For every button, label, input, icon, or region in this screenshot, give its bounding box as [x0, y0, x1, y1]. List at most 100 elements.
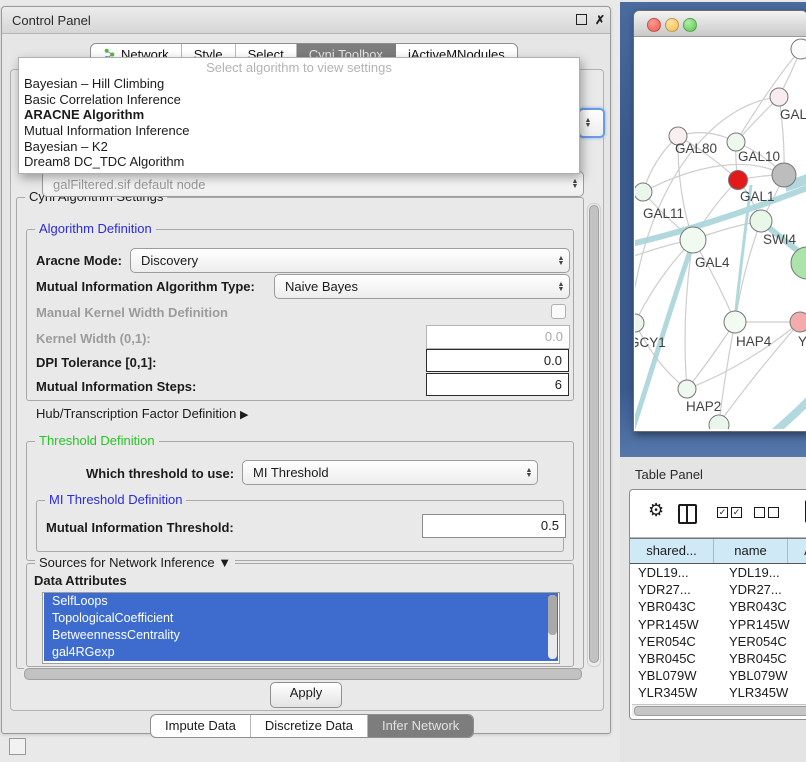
- table-toolbar: ⚙ ✓ ✓: [630, 490, 806, 538]
- data-attributes-label: Data Attributes: [34, 573, 127, 588]
- manual-kernel-width-checkbox[interactable]: [551, 304, 566, 319]
- control-panel-title: Control Panel: [12, 13, 91, 28]
- dropdown-item[interactable]: Basic Correlation Inference: [19, 92, 579, 108]
- settings-vertical-scrollbar[interactable]: [587, 203, 601, 667]
- table-row[interactable]: YER054CYER054C8.: [630, 633, 806, 650]
- which-threshold-label: Which threshold to use:: [86, 466, 234, 481]
- combo-stepper-icon: ▲▼: [553, 256, 569, 266]
- table-row[interactable]: YDR27...YDR27...12: [630, 581, 806, 598]
- table-row[interactable]: YLR345WYLR345W9.: [630, 684, 806, 701]
- table-row[interactable]: YPR145WYPR145W9.: [630, 616, 806, 633]
- node-label: GAL7: [780, 107, 806, 122]
- list-item[interactable]: SelfLoops: [44, 593, 558, 610]
- tab-infer-network[interactable]: Infer Network: [368, 715, 473, 737]
- aracne-mode-combobox[interactable]: Discovery ▲▼: [130, 248, 570, 273]
- dropdown-item[interactable]: Bayesian – Hill Climbing: [19, 76, 579, 92]
- table-row[interactable]: YBL079WYBL079W: [630, 667, 806, 684]
- column-header-partial[interactable]: A: [788, 539, 806, 563]
- sources-group-title[interactable]: Sources for Network Inference ▼: [35, 555, 235, 570]
- mi-steps-field[interactable]: 6: [426, 373, 569, 396]
- minimize-traffic-light-icon[interactable]: [665, 18, 679, 32]
- dropdown-item[interactable]: Dream8 DC_TDC Algorithm: [19, 154, 579, 170]
- which-threshold-combobox[interactable]: MI Threshold ▲▼: [242, 460, 538, 485]
- list-item[interactable]: BetweennessCentrality: [44, 627, 558, 644]
- table-row[interactable]: YBR045CYBR045C9.: [630, 650, 806, 667]
- mi-threshold-label: Mutual Information Threshold:: [46, 520, 234, 535]
- node-label: GAL80: [675, 141, 717, 156]
- network-node[interactable]: [772, 163, 796, 187]
- node-label: GAL10: [738, 149, 780, 164]
- close-traffic-light-icon[interactable]: [647, 18, 661, 32]
- network-node-selected[interactable]: [729, 171, 748, 190]
- network-view-window[interactable]: GAL7 GAL80 GAL10 GAL1 GAL11 SWI4 GAL4 GC…: [633, 10, 806, 432]
- network-node[interactable]: [635, 183, 652, 201]
- float-window-icon[interactable]: [576, 14, 587, 25]
- aracne-mode-label: Aracne Mode:: [36, 253, 122, 268]
- gear-icon[interactable]: ⚙: [648, 500, 664, 521]
- bottom-tabbar: Impute Data Discretize Data Infer Networ…: [150, 714, 474, 738]
- algorithm-dropdown: Select algorithm to view settings Bayesi…: [18, 57, 580, 174]
- dropdown-item-selected[interactable]: ARACNE Algorithm: [19, 107, 579, 123]
- group-title: Threshold Definition: [35, 433, 159, 448]
- mi-threshold-field[interactable]: 0.5: [422, 514, 566, 538]
- node-label: HAP2: [686, 399, 721, 414]
- group-title: MI Threshold Definition: [45, 492, 186, 507]
- table-row[interactable]: YBR043CYBR043C: [630, 598, 806, 615]
- node-label: GCY1: [635, 335, 666, 350]
- table-row[interactable]: YDL19...YDL19...13: [630, 564, 806, 581]
- network-node[interactable]: [709, 415, 729, 429]
- network-node[interactable]: [635, 314, 644, 332]
- tab-impute-data[interactable]: Impute Data: [151, 715, 251, 737]
- table-panel-title: Table Panel: [635, 467, 703, 482]
- table-horizontal-scrollbar[interactable]: [632, 704, 806, 716]
- table-body: YDL19...YDL19...13 YDR27...YDR27...12 YB…: [630, 564, 806, 704]
- network-node[interactable]: [791, 247, 806, 279]
- combo-stepper-icon: ▲▼: [553, 282, 569, 292]
- column-header-name[interactable]: name: [714, 539, 788, 563]
- unchecked-checkbox-icon[interactable]: [768, 507, 779, 518]
- application-window: Control Panel ✗ Network Style Select Cyn…: [0, 0, 806, 762]
- close-icon[interactable]: ✗: [594, 14, 606, 26]
- network-node[interactable]: [791, 39, 806, 59]
- table-panel: Table Panel ⚙ ✓ ✓ shared... name A YDL19…: [620, 457, 806, 762]
- combo-stepper-icon: ▲▼: [567, 179, 583, 189]
- network-node[interactable]: [678, 380, 696, 398]
- columns-icon[interactable]: [678, 504, 697, 524]
- table-source-combobox[interactable]: galFiltered.sif default node ▲▼: [42, 171, 584, 197]
- network-node[interactable]: [770, 88, 788, 106]
- network-node[interactable]: [790, 312, 806, 332]
- node-label: HAP4: [736, 334, 772, 349]
- checked-checkbox-icon[interactable]: ✓: [717, 507, 728, 518]
- collapsed-panel-icon[interactable]: [9, 738, 26, 755]
- combo-stepper-icon: ▲▼: [580, 118, 596, 128]
- dropdown-item[interactable]: Mutual Information Inference: [19, 123, 579, 139]
- list-scrollbar[interactable]: [548, 595, 557, 659]
- unchecked-checkbox-icon[interactable]: [754, 507, 765, 518]
- data-attributes-list: SelfLoops TopologicalCoefficient Between…: [42, 592, 560, 664]
- tab-discretize-data[interactable]: Discretize Data: [251, 715, 368, 737]
- kernel-width-field[interactable]: 0.0: [426, 325, 570, 349]
- zoom-traffic-light-icon[interactable]: [683, 18, 697, 32]
- apply-button[interactable]: Apply: [270, 682, 342, 708]
- network-node[interactable]: [680, 227, 706, 253]
- settings-horizontal-scrollbar[interactable]: [22, 667, 582, 679]
- control-panel-titlebar: Control Panel ✗: [2, 7, 610, 34]
- network-view[interactable]: GAL7 GAL80 GAL10 GAL1 GAL11 SWI4 GAL4 GC…: [635, 37, 806, 429]
- kernel-width-label: Kernel Width (0,1):: [36, 331, 151, 346]
- column-header-shared-name[interactable]: shared...: [630, 539, 714, 563]
- node-label: Y: [798, 334, 806, 349]
- mi-algorithm-type-combobox[interactable]: Naive Bayes ▲▼: [274, 274, 570, 299]
- dpi-tolerance-field[interactable]: 0.0: [426, 349, 569, 372]
- network-node[interactable]: [750, 210, 772, 232]
- checked-checkbox-icon[interactable]: ✓: [731, 507, 742, 518]
- focused-combobox-fragment[interactable]: ▲▼: [578, 108, 605, 138]
- table-header: shared... name A: [630, 538, 806, 565]
- list-item[interactable]: gal4RGexp: [44, 644, 558, 661]
- list-item[interactable]: TopologicalCoefficient: [44, 610, 558, 627]
- network-node[interactable]: [724, 311, 746, 333]
- manual-kernel-width-label: Manual Kernel Width Definition: [36, 305, 228, 320]
- group-title: Algorithm Definition: [35, 221, 156, 236]
- combo-stepper-icon: ▲▼: [521, 468, 537, 478]
- dropdown-item[interactable]: Bayesian – K2: [19, 139, 579, 155]
- hub-definition-expander[interactable]: Hub/Transcription Factor Definition ▶: [36, 406, 248, 421]
